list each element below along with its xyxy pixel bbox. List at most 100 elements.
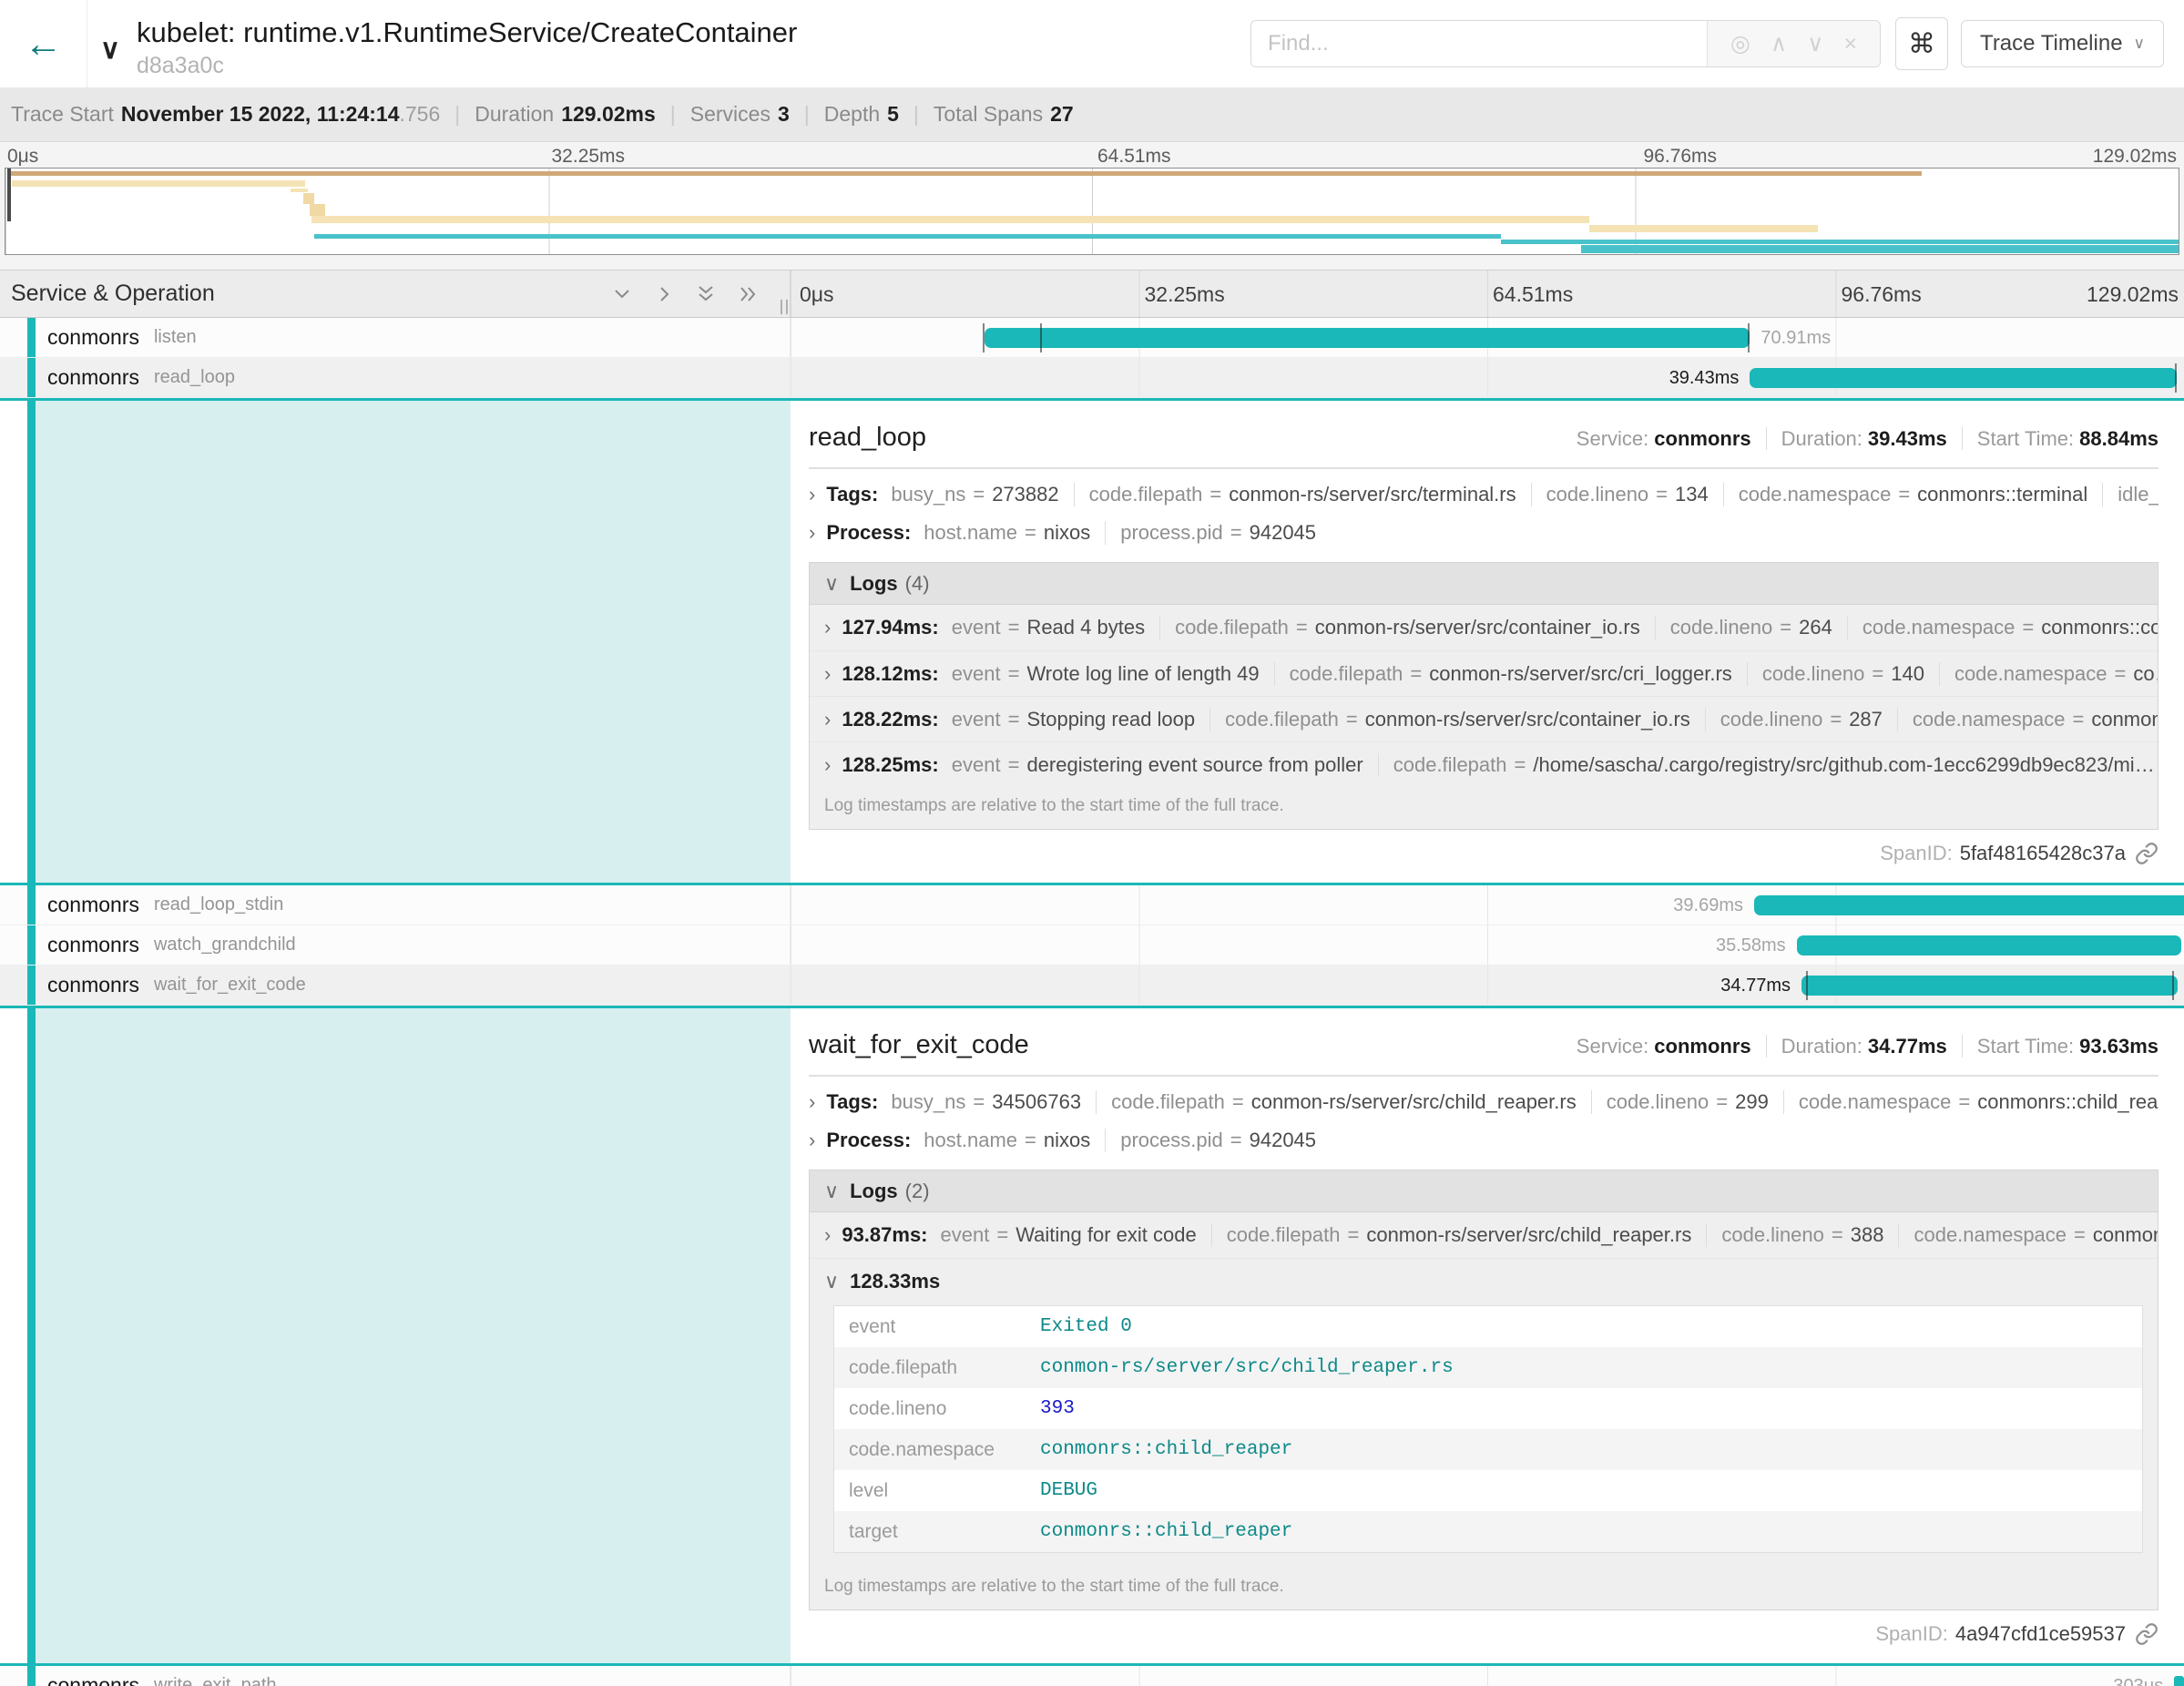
service-name: conmonrs [47, 973, 139, 997]
services-value: 3 [778, 102, 790, 127]
log-field: code.lineno=140 [1747, 662, 1924, 686]
log-fields-table: event Exited 0 code.filepath conmon-rs/s… [833, 1305, 2143, 1553]
chevron-right-icon[interactable]: › [809, 1129, 815, 1152]
trace-summary-bar: Trace Start November 15 2022, 11:24:14.7… [0, 87, 2184, 142]
services-label: Services [690, 102, 771, 127]
process-row[interactable]: › Process: host.name=nixos process.pid=9… [809, 1128, 2158, 1153]
start-time-value: 93.63ms [2079, 1035, 2158, 1058]
tag-item: busy_ns=34506763 [891, 1090, 1081, 1114]
find-clear-icon[interactable]: × [1843, 31, 1857, 57]
trace-id: d8a3a0c [137, 53, 797, 79]
service-label: Service: [1577, 427, 1648, 450]
logs-count: (4) [905, 572, 930, 596]
header: ← ∨ kubelet: runtime.v1.RuntimeService/C… [0, 0, 2184, 87]
service-color-strip [27, 358, 36, 397]
service-color-strip [27, 1666, 36, 1686]
minimap-scrubber-handle[interactable] [7, 169, 11, 221]
chevron-down-icon: ∨ [824, 1270, 839, 1293]
collapse-one-icon[interactable] [611, 283, 633, 305]
chevron-right-icon[interactable]: › [809, 521, 815, 545]
command-icon: ⌘ [1908, 28, 1935, 60]
log-timestamp: 128.22ms: [842, 708, 938, 731]
log-row[interactable]: › 127.94ms: event=Read 4 bytes code.file… [810, 605, 2158, 650]
find-prev-icon[interactable]: ∧ [1771, 30, 1787, 57]
collapse-trace-chevron-icon[interactable]: ∨ [100, 34, 120, 66]
logs-header[interactable]: ∨ Logs (2) [810, 1170, 2158, 1212]
find-input[interactable] [1251, 21, 1707, 66]
ruler-tick-3: 96.76ms [1842, 282, 1922, 307]
minimap-tick-0: 0μs [7, 146, 38, 168]
start-time-label: Start Time: [1977, 1035, 2074, 1058]
minimap-canvas[interactable] [5, 168, 2179, 255]
chevron-down-icon: ∨ [2134, 35, 2145, 53]
timeline-minimap: 0μs 32.25ms 64.51ms 96.76ms 129.02ms [0, 142, 2184, 271]
minimap-ruler: 0μs 32.25ms 64.51ms 96.76ms 129.02ms [0, 144, 2184, 168]
span-row-wait-for-exit-code[interactable]: conmonrs wait_for_exit_code 34.77ms [0, 966, 2184, 1006]
span-row-watch-grandchild[interactable]: conmonrs watch_grandchild 35.58ms [0, 925, 2184, 966]
log-field: code.filepath=conmon-rs/server/src/conta… [1159, 616, 1640, 639]
log-field: code.filepath=conmon-rs/server/src/cri_l… [1274, 662, 1732, 686]
link-icon[interactable] [2135, 842, 2158, 865]
table-row: target conmonrs::child_reaper [834, 1511, 2142, 1552]
process-row[interactable]: › Process: host.name=nixos process.pid=9… [809, 520, 2158, 546]
link-icon[interactable] [2135, 1622, 2158, 1646]
find-focus-icon[interactable]: ◎ [1730, 30, 1750, 57]
log-row[interactable]: › 128.25ms: event=deregistering event so… [810, 741, 2158, 787]
tag-item: code.filepath=conmon-rs/server/src/child… [1096, 1090, 1577, 1114]
spanid-label: SpanID: [1875, 1622, 1948, 1646]
span-bar[interactable] [2174, 1676, 2184, 1686]
log-row[interactable]: › 93.87ms: event=Waiting for exit code c… [810, 1212, 2158, 1258]
tags-row[interactable]: › Tags: busy_ns=34506763 code.filepath=c… [809, 1089, 2158, 1115]
log-row-expanded[interactable]: ∨ 128.33ms [810, 1258, 2158, 1303]
span-bar[interactable] [1750, 368, 2176, 388]
span-detail-read-loop: read_loop Service:conmonrsDuration:39.43… [0, 398, 2184, 885]
timeline-grid-header: Service & Operation 0μs 32.25ms 64.51ms … [0, 271, 2184, 318]
process-item: process.pid=942045 [1105, 521, 1316, 545]
back-button[interactable]: ← [0, 0, 87, 87]
keyboard-shortcuts-button[interactable]: ⌘ [1895, 17, 1948, 70]
span-bar[interactable] [1801, 976, 2178, 996]
span-duration: 70.91ms [1760, 318, 1831, 358]
tag-item: code.lineno=134 [1531, 483, 1709, 506]
log-timestamp: 128.12ms: [842, 662, 938, 686]
log-field: code.namespace=co… [1939, 662, 2158, 686]
operation-name: watch_grandchild [154, 935, 296, 955]
span-row-write-exit-path[interactable]: conmonrs write_exit_path 303μs [0, 1666, 2184, 1686]
log-timestamp: 128.33ms [850, 1270, 940, 1293]
log-row[interactable]: › 128.22ms: event=Stopping read loop cod… [810, 696, 2158, 741]
span-row-listen[interactable]: conmonrs listen 70.91ms [0, 318, 2184, 358]
spanid-row: SpanID: 5faf48165428c37a [809, 841, 2158, 866]
log-timestamp: 128.25ms: [842, 753, 938, 777]
span-row-read-loop[interactable]: conmonrs read_loop 39.43ms [0, 358, 2184, 398]
detail-title: read_loop [809, 423, 1577, 453]
span-bar[interactable] [1797, 935, 2181, 955]
expand-all-icon[interactable] [737, 283, 759, 305]
tags-row[interactable]: › Tags: busy_ns=273882 code.filepath=con… [809, 482, 2158, 507]
find-next-icon[interactable]: ∨ [1807, 30, 1823, 57]
chevron-right-icon[interactable]: › [809, 1090, 815, 1114]
minimap-tick-4: 129.02ms [2093, 146, 2177, 168]
span-bar[interactable] [985, 328, 1750, 348]
column-resizer-grip[interactable] [781, 300, 788, 314]
collapse-all-icon[interactable] [695, 283, 717, 305]
operation-name: read_loop_stdin [154, 894, 283, 915]
minimap-span-bar [314, 234, 1501, 239]
trace-start-fraction: .756 [400, 102, 441, 127]
span-row-read-loop-stdin[interactable]: conmonrs read_loop_stdin 39.69ms [0, 885, 2184, 925]
log-field: code.namespace=conmon… [1897, 708, 2158, 731]
total-spans-value: 27 [1050, 102, 1074, 127]
log-field: event=Stopping read loop [952, 708, 1195, 731]
log-row[interactable]: › 128.12ms: event=Wrote log line of leng… [810, 650, 2158, 696]
table-row: code.namespace conmonrs::child_reaper [834, 1429, 2142, 1470]
log-field: code.namespace=conmon… [1898, 1223, 2158, 1247]
ruler-tick-0: 0μs [800, 282, 834, 307]
view-selector-button[interactable]: Trace Timeline ∨ [1961, 20, 2164, 67]
minimap-span-bar [1581, 245, 2179, 253]
span-duration: 35.58ms [1716, 925, 1786, 966]
minimap-span-bar [1589, 225, 1818, 232]
chevron-right-icon[interactable]: › [809, 483, 815, 506]
logs-header[interactable]: ∨ Logs (4) [810, 563, 2158, 605]
span-bar[interactable] [1754, 895, 2184, 915]
log-field: code.filepath=conmon-rs/server/src/conta… [1209, 708, 1690, 731]
expand-one-icon[interactable] [653, 283, 675, 305]
